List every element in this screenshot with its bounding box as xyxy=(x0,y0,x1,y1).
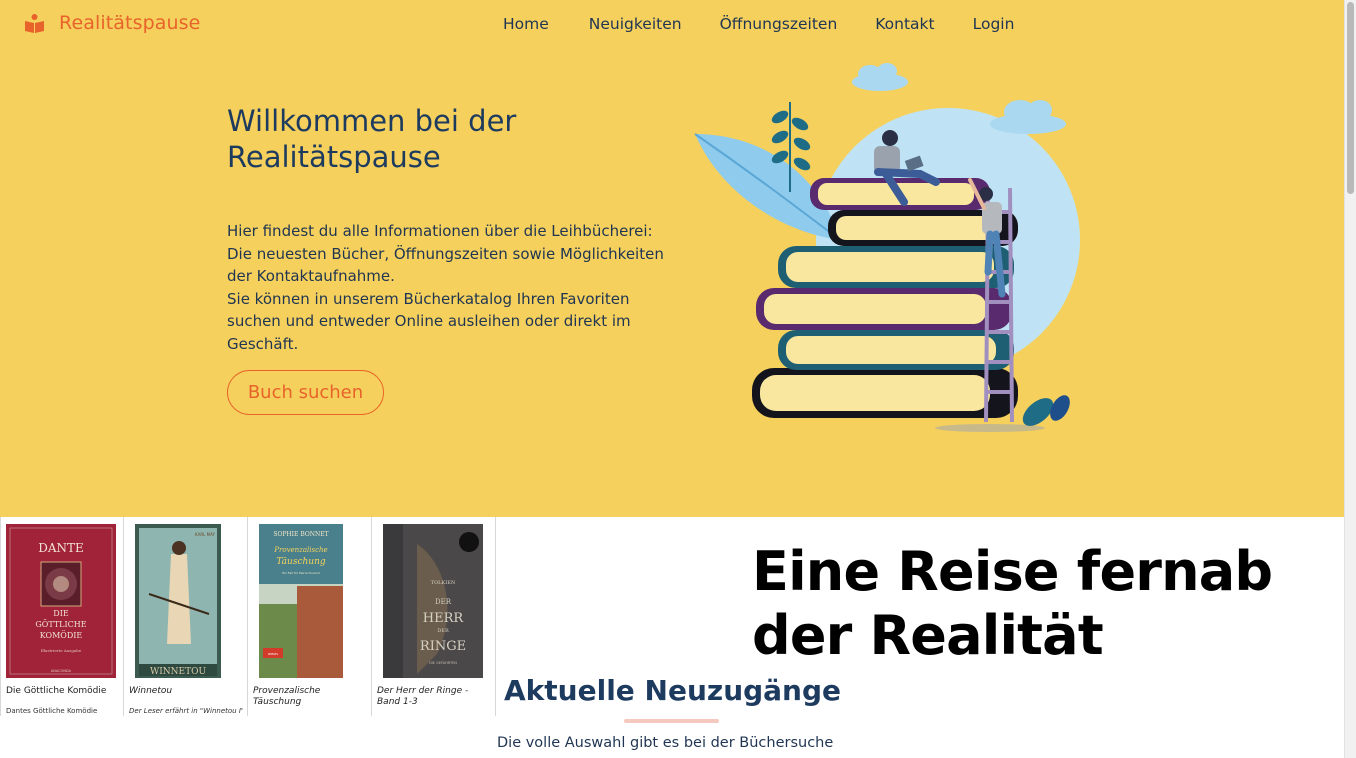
svg-text:Täuschung: Täuschung xyxy=(276,557,326,567)
nav-home[interactable]: Home xyxy=(503,15,549,33)
svg-text:DER: DER xyxy=(437,628,449,634)
nav-contact[interactable]: Kontakt xyxy=(875,15,934,33)
book-description: Der Leser erfährt in "Winnetou I", xyxy=(129,707,243,715)
brand-name: Realitätspause xyxy=(59,12,201,34)
svg-text:TOLKIEN: TOLKIEN xyxy=(431,580,456,586)
section-subtitle: Die volle Auswahl gibt es bei der Bücher… xyxy=(497,735,834,751)
book-stack-ladder-illustration xyxy=(694,63,1080,432)
svg-text:KARL MAY: KARL MAY xyxy=(195,532,215,537)
search-book-button[interactable]: Buch suchen xyxy=(227,370,384,415)
book-card[interactable]: TOLKIEN DER HERR DER RINGE DIE GEFÄHRTEN… xyxy=(372,517,496,716)
book-cover-herr-der-ringe: TOLKIEN DER HERR DER RINGE DIE GEFÄHRTEN xyxy=(383,524,483,678)
svg-text:WINNETOU: WINNETOU xyxy=(150,667,207,677)
nav-opening-hours[interactable]: Öffnungszeiten xyxy=(720,15,838,33)
book-card[interactable]: DANTE DIE GÖTTLICHE KOMÖDIE Illustrierte… xyxy=(0,517,124,716)
svg-text:DIE GEFÄHRTEN: DIE GEFÄHRTEN xyxy=(429,660,457,665)
svg-text:Provenzalische: Provenzalische xyxy=(273,546,327,554)
book-card[interactable]: WINNETOU KARL MAY Winnetou Der Leser erf… xyxy=(124,517,248,716)
brand-logo-link[interactable]: Realitätspause xyxy=(24,12,200,34)
book-cover-dante: DANTE DIE GÖTTLICHE KOMÖDIE Illustrierte… xyxy=(6,524,116,678)
hero-section: Realitätspause Home Neuigkeiten Öffnungs… xyxy=(0,0,1344,517)
svg-text:DIE: DIE xyxy=(53,609,69,618)
main-nav: Home Neuigkeiten Öffnungszeiten Kontakt … xyxy=(503,15,1014,33)
open-box-icon xyxy=(25,13,44,33)
hero-description: Hier findest du alle Informationen über … xyxy=(227,222,664,353)
svg-text:Illustrierte Ausgabe: Illustrierte Ausgabe xyxy=(41,648,82,653)
section-underline xyxy=(624,719,719,723)
page-scrollbar[interactable] xyxy=(1344,0,1356,758)
svg-text:Ein Fall für Pierre Durand: Ein Fall für Pierre Durand xyxy=(282,571,319,575)
svg-text:GÖTTLICHE: GÖTTLICHE xyxy=(35,620,86,629)
cover-author: DANTE xyxy=(38,541,84,555)
section-title: Aktuelle Neuzugänge xyxy=(504,674,842,707)
scrollbar-thumb[interactable] xyxy=(1347,2,1354,194)
book-cover-winnetou: WINNETOU KARL MAY xyxy=(135,524,221,678)
svg-text:KOMÖDIE: KOMÖDIE xyxy=(40,631,83,640)
svg-text:RINGE: RINGE xyxy=(420,639,466,654)
nav-login[interactable]: Login xyxy=(973,15,1015,33)
nav-news[interactable]: Neuigkeiten xyxy=(589,15,682,33)
book-title[interactable]: Winnetou xyxy=(129,686,243,697)
svg-text:DER: DER xyxy=(435,598,452,606)
book-description: Dantes Göttliche Komödie xyxy=(6,707,98,715)
svg-text:SPIEGEL: SPIEGEL xyxy=(268,652,279,656)
new-books-carousel: DANTE DIE GÖTTLICHE KOMÖDIE Illustrierte… xyxy=(0,517,497,716)
book-title[interactable]: Provenzalische Täuschung xyxy=(253,686,367,708)
svg-text:ANACONDA: ANACONDA xyxy=(51,669,72,673)
book-title[interactable]: Die Göttliche Komödie xyxy=(6,686,120,697)
book-card[interactable]: SOPHIE BONNET Provenzalische Täuschung E… xyxy=(248,517,372,716)
svg-text:HERR: HERR xyxy=(423,611,465,626)
tagline-headline: Eine Reise fernab der Realität xyxy=(752,540,1273,667)
book-title[interactable]: Der Herr der Ringe - Band 1-3 xyxy=(377,686,491,708)
hero-title: Willkommen bei der Realitätspause xyxy=(227,104,517,174)
svg-text:SOPHIE BONNET: SOPHIE BONNET xyxy=(273,531,328,538)
book-cover-provenzalische: SOPHIE BONNET Provenzalische Täuschung E… xyxy=(259,524,343,678)
